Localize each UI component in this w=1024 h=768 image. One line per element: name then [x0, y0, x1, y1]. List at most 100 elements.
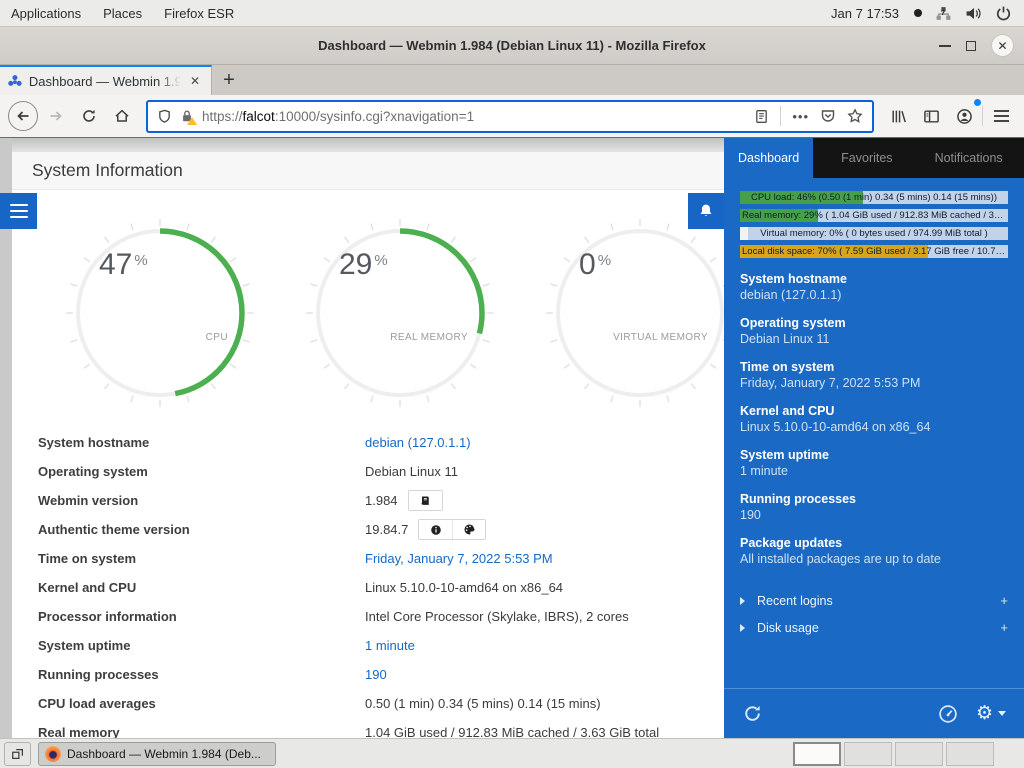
workspace-1[interactable]: [793, 742, 841, 766]
gauge-value: 0%: [579, 248, 611, 282]
url-bar[interactable]: https://falcot:10000/sysinfo.cgi?xnaviga…: [146, 100, 874, 133]
lock-warning-icon[interactable]: [180, 109, 194, 123]
account-icon[interactable]: [949, 101, 979, 131]
volume-icon[interactable]: [965, 5, 982, 22]
expand-plus-icon[interactable]: +: [1000, 620, 1008, 635]
clock[interactable]: Jan 7 17:53: [831, 6, 899, 21]
time-link[interactable]: Friday, January 7, 2022 5:53 PM: [365, 551, 553, 566]
maximize-button[interactable]: [966, 41, 976, 51]
url-text[interactable]: https://falcot:10000/sysinfo.cgi?xnaviga…: [202, 109, 746, 124]
gauge-cpu: 47% CPU: [65, 218, 255, 408]
pocket-icon[interactable]: [820, 108, 836, 124]
table-row: Real memory1.04 GiB used / 912.83 MiB ca…: [38, 718, 724, 738]
workspace-2[interactable]: [844, 742, 892, 766]
table-row: Running processes190: [38, 660, 724, 689]
taskbar-window-button[interactable]: Dashboard — Webmin 1.984 (Deb...: [38, 742, 276, 766]
page-header: System Information: [12, 152, 724, 190]
reload-button[interactable]: [74, 101, 104, 131]
menu-hamburger-icon[interactable]: [986, 101, 1016, 131]
minimize-button[interactable]: [939, 45, 951, 47]
tab-bar: Dashboard — Webmin 1.984 (Debian Linux 1…: [0, 65, 1024, 95]
sidebar-toggle-button[interactable]: [0, 193, 37, 229]
sidebar-footer: ⚙: [724, 688, 1024, 738]
tab-dashboard[interactable]: Dashboard: [724, 138, 813, 178]
expand-plus-icon[interactable]: +: [1000, 593, 1008, 608]
browser-viewport: System Information 47% CPU: [0, 138, 1024, 738]
sidebars-icon[interactable]: [916, 101, 946, 131]
theme-palette-button[interactable]: [452, 520, 485, 539]
resource-meters: CPU load: 46% (0.50 (1 min) 0.34 (5 mins…: [724, 178, 1024, 267]
library-icon[interactable]: [883, 101, 913, 131]
gauge-label: CPU: [206, 332, 228, 343]
navigation-toolbar: https://falcot:10000/sysinfo.cgi?xnaviga…: [0, 95, 1024, 138]
chevron-right-icon: [740, 597, 745, 605]
tab-close-icon[interactable]: ✕: [186, 74, 204, 88]
reader-mode-icon[interactable]: [754, 109, 769, 124]
recent-logins-expander[interactable]: Recent logins +: [724, 587, 1024, 614]
sidebar-info-list: System hostnamedebian (127.0.1.1) Operat…: [724, 267, 1024, 579]
account-badge: [974, 99, 981, 106]
show-desktop-button[interactable]: [4, 742, 31, 766]
theme-info-button[interactable]: [419, 520, 452, 539]
workspace-3[interactable]: [895, 742, 943, 766]
list-item: Running processes190: [740, 491, 1008, 524]
tab-title: Dashboard — Webmin 1.984 (Debian Linux 1…: [29, 74, 180, 89]
refresh-icon[interactable]: [742, 703, 763, 724]
disk-usage-expander[interactable]: Disk usage +: [724, 614, 1024, 641]
list-item: Kernel and CPULinux 5.10.0-10-amd64 on x…: [740, 403, 1008, 436]
close-button[interactable]: ✕: [991, 34, 1014, 57]
changelog-button[interactable]: [409, 491, 442, 510]
notifications-bell-button[interactable]: [688, 193, 724, 229]
notification-dot-icon: [914, 9, 922, 17]
list-item: System hostnamedebian (127.0.1.1): [740, 271, 1008, 304]
bookmark-star-icon[interactable]: [847, 108, 863, 124]
settings-menu[interactable]: ⚙: [976, 704, 1006, 723]
table-row: System uptime1 minute: [38, 631, 724, 660]
home-button[interactable]: [107, 101, 137, 131]
gauge-virtual-memory: 0% VIRTUAL MEMORY: [545, 218, 724, 408]
hostname-link[interactable]: debian (127.0.1.1): [365, 435, 471, 450]
table-row: Webmin version1.984: [38, 486, 724, 515]
real-memory-meter: Real memory: 29% ( 1.04 GiB used / 912.8…: [740, 209, 1008, 222]
browser-tab[interactable]: Dashboard — Webmin 1.984 (Debian Linux 1…: [0, 65, 212, 95]
window-title: Dashboard — Webmin 1.984 (Debian Linux 1…: [318, 38, 706, 53]
sidebar-expanders: Recent logins + Disk usage +: [724, 587, 1024, 641]
back-button[interactable]: [8, 101, 38, 131]
table-row: System hostnamedebian (127.0.1.1): [38, 428, 724, 457]
tab-title-fade: [159, 69, 185, 95]
uptime-link[interactable]: 1 minute: [365, 638, 415, 653]
forward-button[interactable]: [41, 101, 71, 131]
table-row: CPU load averages0.50 (1 min) 0.34 (5 mi…: [38, 689, 724, 718]
desktop-taskbar: Dashboard — Webmin 1.984 (Deb...: [0, 738, 1024, 768]
chevron-right-icon: [740, 624, 745, 632]
active-app-menu[interactable]: Firefox ESR: [153, 0, 245, 26]
gauges-row: 47% CPU 29% REAL MEMORY 0% VIRTUAL MEMOR…: [0, 190, 724, 408]
table-row: Operating systemDebian Linux 11: [38, 457, 724, 486]
system-monitor-icon[interactable]: [938, 704, 958, 724]
desktop-top-panel: Applications Places Firefox ESR Jan 7 17…: [0, 0, 1024, 27]
gauge-label: REAL MEMORY: [390, 332, 468, 343]
gauge-value: 47%: [99, 248, 148, 282]
window-titlebar[interactable]: Dashboard — Webmin 1.984 (Debian Linux 1…: [0, 27, 1024, 65]
svg-text:?: ?: [941, 7, 946, 16]
tab-notifications[interactable]: Notifications: [921, 138, 1017, 178]
page-actions-icon[interactable]: •••: [792, 109, 809, 124]
network-status-icon[interactable]: ?: [935, 5, 952, 22]
new-tab-button[interactable]: +: [212, 65, 246, 95]
list-item: System uptime1 minute: [740, 447, 1008, 480]
processes-link[interactable]: 190: [365, 667, 387, 682]
page-title: System Information: [32, 160, 183, 181]
applications-menu[interactable]: Applications: [0, 0, 92, 26]
tab-favorites[interactable]: Favorites: [827, 138, 906, 178]
webmin-favicon-icon: [7, 73, 23, 89]
tracking-shield-icon[interactable]: [157, 109, 172, 124]
places-menu[interactable]: Places: [92, 0, 153, 26]
gear-icon: ⚙: [976, 704, 993, 723]
workspace-4[interactable]: [946, 742, 994, 766]
power-icon[interactable]: [995, 5, 1012, 22]
caret-down-icon: [998, 711, 1006, 716]
sidebar-tabs: Dashboard Favorites Notifications: [724, 138, 1024, 178]
gauge-value: 29%: [339, 248, 388, 282]
webmin-sidebar: Dashboard Favorites Notifications CPU lo…: [724, 138, 1024, 738]
list-item: Operating systemDebian Linux 11: [740, 315, 1008, 348]
